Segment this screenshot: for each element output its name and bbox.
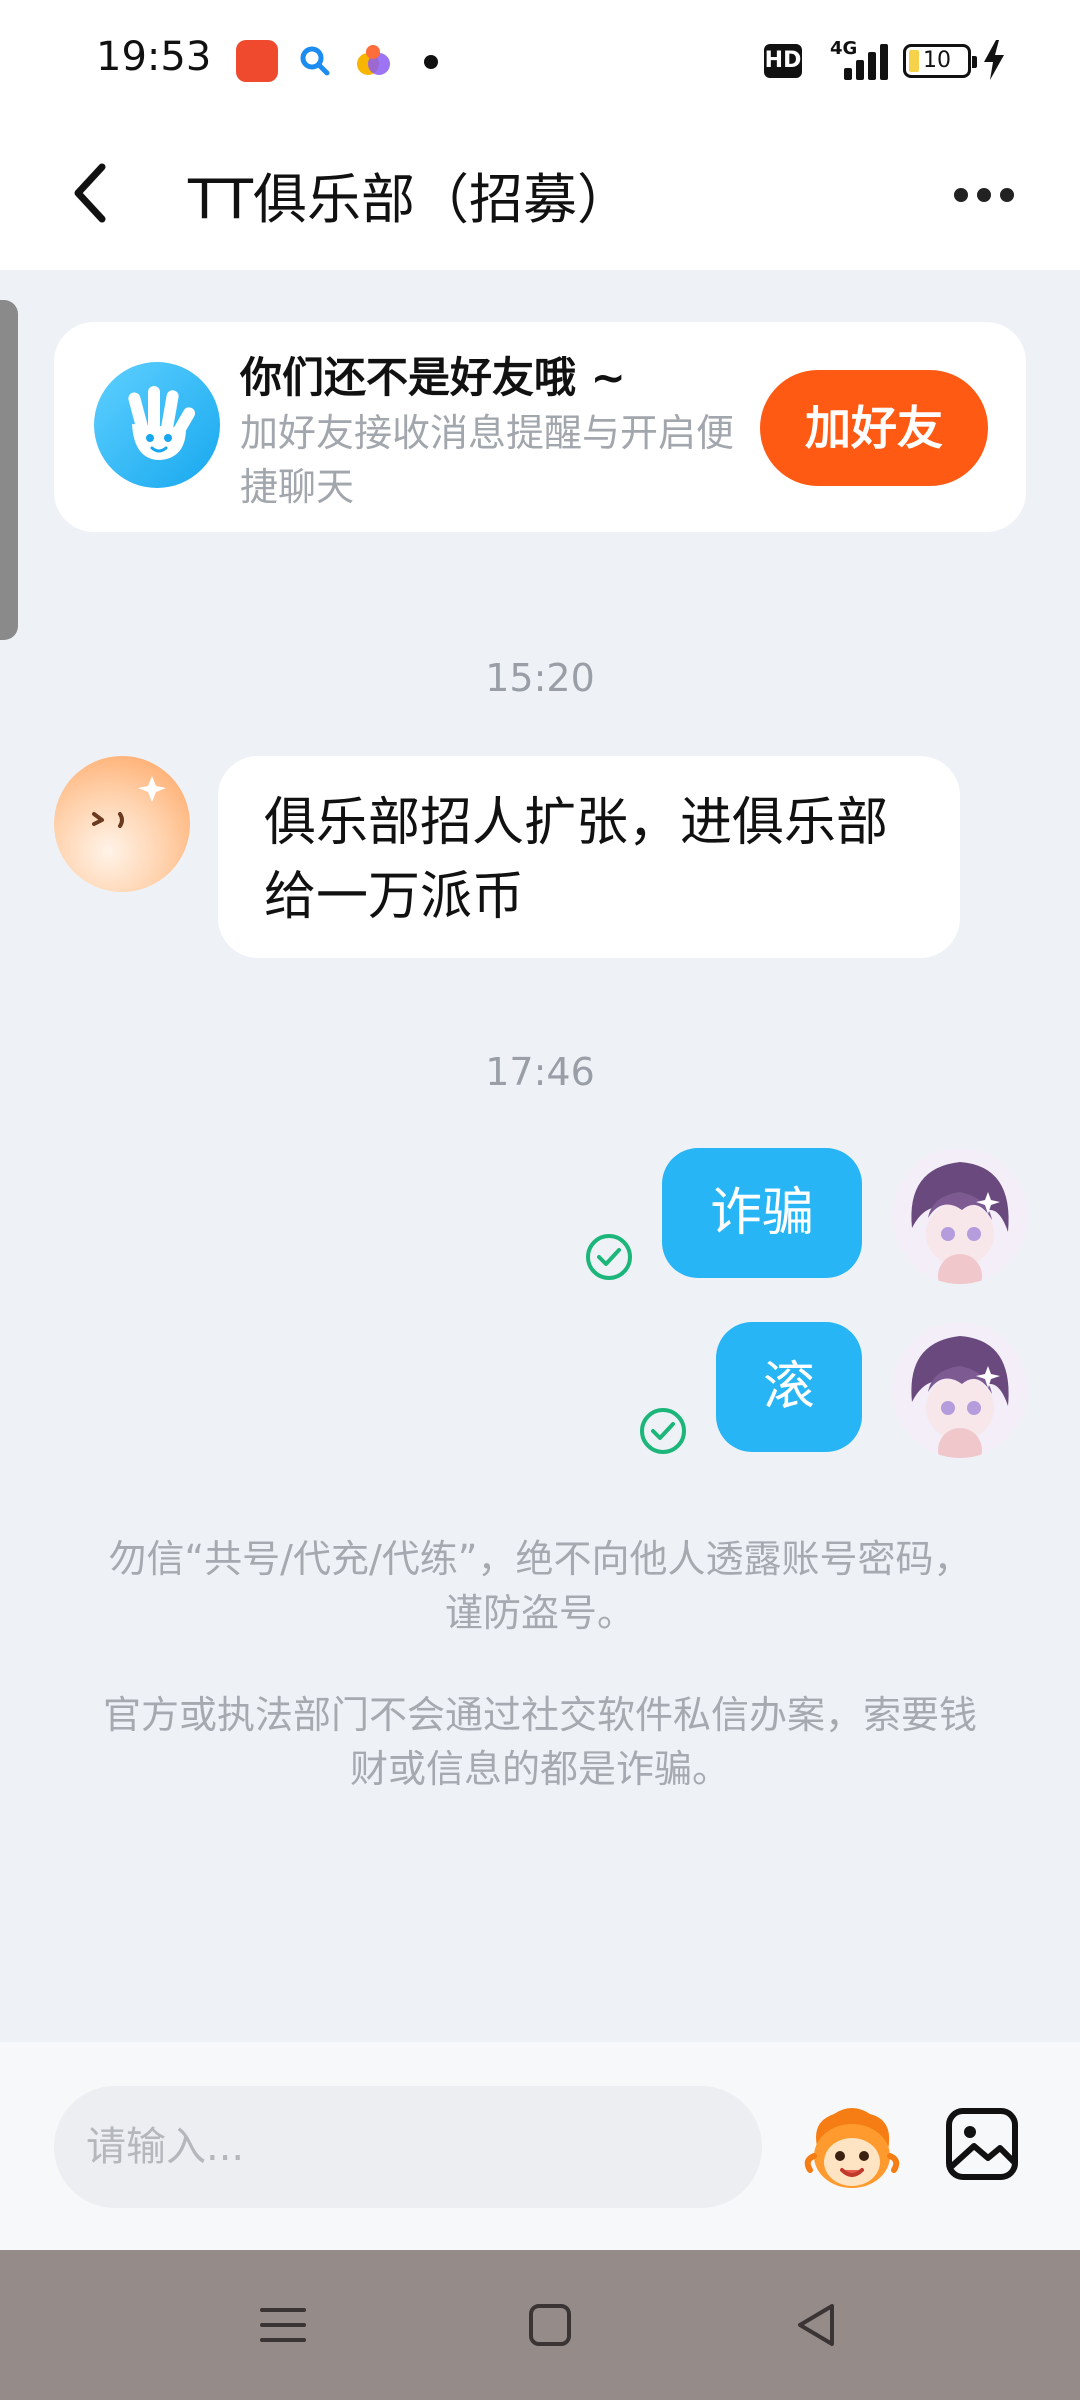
- system-navigation-bar: [0, 2250, 1080, 2400]
- read-check-icon: [586, 1234, 632, 1280]
- card-subtitle: 加好友接收消息提醒与开启便捷聊天: [240, 411, 735, 509]
- my-avatar-image: [911, 1336, 1009, 1458]
- back-nav-icon[interactable]: [782, 2290, 852, 2360]
- my-avatar-image: [911, 1162, 1009, 1284]
- battery-icon: 10: [903, 44, 977, 78]
- image-picker-button[interactable]: [944, 2106, 1020, 2182]
- outgoing-message-bubble[interactable]: 滚: [716, 1322, 862, 1452]
- not-friends-card: 你们还不是好友哦 ~ 加好友接收消息提醒与开启便捷聊天 加好友: [54, 322, 1026, 532]
- back-button[interactable]: [60, 153, 140, 233]
- emoji-button[interactable]: [800, 2100, 904, 2196]
- charging-icon: [984, 40, 1004, 80]
- message-input[interactable]: [54, 2086, 762, 2208]
- home-icon[interactable]: [515, 2290, 585, 2360]
- card-title: 你们还不是好友哦 ~: [240, 353, 626, 402]
- wave-hand-icon: [94, 362, 220, 488]
- status-time: 19:53: [96, 34, 212, 80]
- anti-fraud-tip: 官方或执法部门不会通过社交软件私信办案，索要钱财或信息的都是诈骗。: [102, 1693, 977, 1791]
- more-options-button[interactable]: [944, 165, 1024, 225]
- chat-header: TT俱乐部（招募）: [0, 125, 1080, 270]
- colorful-app-icon: [357, 45, 390, 75]
- my-avatar[interactable]: [892, 1322, 1028, 1458]
- status-bar: 19:53 HD 4G 10: [0, 0, 1080, 125]
- signal-icon: [840, 44, 890, 80]
- red-app-icon: [236, 40, 278, 82]
- message-time: 15:20: [485, 656, 595, 700]
- chat-screen: 19:53 HD 4G 10 TT俱乐部（招募） 你们还不是好友哦 ~ 加好友接…: [0, 0, 1080, 2400]
- security-tip: 勿信“共号/代充/代练”，绝不向他人透露账号密码，谨防盗号。: [108, 1537, 972, 1635]
- my-avatar[interactable]: [892, 1148, 1028, 1284]
- side-edge-handle[interactable]: [0, 300, 18, 640]
- page-title: TT俱乐部（招募）: [188, 168, 632, 231]
- incoming-message-bubble[interactable]: 俱乐部招人扩张，进俱乐部给一万派币: [218, 756, 960, 958]
- hd-icon: HD: [764, 44, 802, 78]
- sender-avatar-image: [92, 776, 166, 828]
- outgoing-message-bubble[interactable]: 诈骗: [662, 1148, 862, 1278]
- message-input-bar: [0, 2042, 1080, 2250]
- sender-avatar[interactable]: [54, 756, 190, 892]
- menu-icon[interactable]: [248, 2290, 318, 2360]
- read-check-icon: [640, 1408, 686, 1454]
- notification-dot: [424, 55, 438, 69]
- message-time: 17:46: [485, 1050, 595, 1094]
- add-friend-button[interactable]: 加好友: [760, 370, 988, 486]
- search-app-icon: [300, 46, 330, 76]
